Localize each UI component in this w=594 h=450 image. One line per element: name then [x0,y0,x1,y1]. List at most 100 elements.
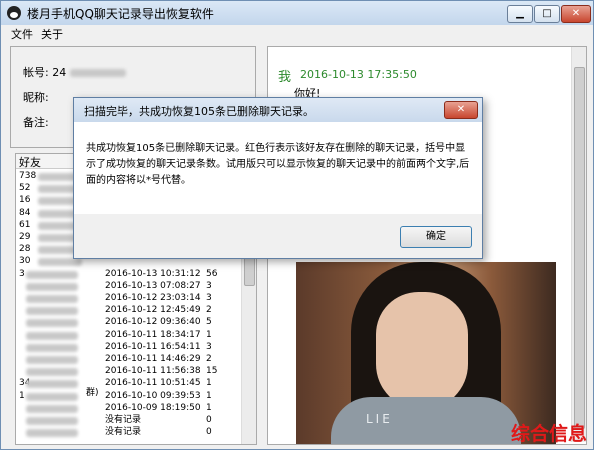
friend-id: 28 [19,244,31,255]
photo-face [376,292,468,410]
friend-record-count: 5 [206,317,212,328]
friend-id: 84 [19,207,31,218]
redacted-name [26,368,78,377]
friend-row[interactable]: 2016-10-13 07:08:27 3 [16,280,242,293]
friend-last-time: 2016-10-10 09:39:53 [105,390,201,401]
account-label: 帐号: [23,66,49,79]
friend-last-time: 2016-10-11 18:34:17 [105,329,201,340]
dialog-body: 共成功恢复105条已删除聊天记录。红色行表示该好友存在删除的聊天记录，括号中显示… [74,122,482,214]
menu-file[interactable]: 文件 [11,26,33,42]
redacted-name [26,319,78,328]
friend-record-count: 3 [206,280,212,291]
friend-record-count: 2 [206,354,212,364]
friend-id: 1 [19,390,25,401]
friend-row[interactable]: 3 2016-10-13 10:31:12 56 [16,268,242,281]
friend-row[interactable]: 2016-10-12 12:45:49 2 [16,304,242,317]
friend-row[interactable]: 2016-10-11 11:56:38 15 [16,365,242,378]
shirt-print: LIE [366,412,393,426]
redacted-name [26,307,78,316]
chat-scroll-thumb[interactable] [574,67,585,429]
minimize-button[interactable]: ▁ [507,5,533,23]
chat-sender: 我 [278,70,292,85]
friend-last-time: 2016-10-11 10:51:45 [105,378,201,389]
friend-row[interactable]: 2016-10-11 14:46:29 2 [16,353,242,366]
friend-record-count: 0 [206,415,212,425]
friend-record-count: 2 [206,305,212,316]
menu-bar: 文件 关于 [1,25,593,41]
photo-shirt [331,397,521,444]
friend-id: 3 [19,268,25,279]
friend-record-count: 3 [206,293,212,303]
friend-record-count: 1 [206,329,212,340]
friend-last-time: 2016-10-12 09:36:40 [105,317,201,328]
maximize-button[interactable]: □ [534,5,560,23]
friend-last-time: 2016-10-11 14:46:29 [105,354,201,364]
chat-photo: LIE [296,262,556,444]
main-window: 楼月手机QQ聊天记录导出恢复软件 ▁ □ ✕ 文件 关于 帐号: 24 昵称: … [0,0,594,450]
close-button[interactable]: ✕ [561,5,591,23]
scan-complete-dialog: 扫描完毕，共成功恢复105条已删除聊天记录。 ✕ 共成功恢复105条已删除聊天记… [73,97,483,259]
friend-record-count: 1 [206,390,212,401]
friend-row[interactable]: 没有记录 0 [16,414,242,427]
redacted-name [26,380,78,389]
friend-column-header: 好友 [19,156,41,169]
chat-timestamp: 2016-10-13 17:35:50 [300,68,417,81]
remark-label: 备注: [23,116,49,129]
friend-id: 61 [19,219,31,230]
redacted-name [26,429,78,438]
redacted-account [69,69,126,77]
friend-row[interactable]: 2016-10-11 18:34:17 1 [16,329,242,342]
redacted-name [26,356,78,364]
dialog-title: 扫描完毕，共成功恢复105条已删除聊天记录。 [84,105,314,118]
redacted-name [26,343,78,352]
friend-record-count: 0 [206,427,212,438]
dialog-title-bar: 扫描完毕，共成功恢复105条已删除聊天记录。 ✕ [74,98,482,122]
friend-record-count: 15 [206,366,218,377]
friend-record-count: 56 [206,268,218,279]
friend-last-time: 2016-10-11 11:56:38 [105,366,201,377]
friend-last-time: 2016-10-13 10:31:12 [105,268,201,279]
account-value: 24 [52,66,67,79]
redacted-name [38,258,82,267]
friend-last-time: 没有记录 [105,415,142,425]
friend-last-time: 2016-10-11 16:54:11 [105,341,201,352]
group-tag: 群) [86,388,99,398]
menu-about[interactable]: 关于 [41,26,63,42]
friend-id: 29 [19,232,31,242]
friend-row[interactable]: 2016-10-11 16:54:11 3 [16,341,242,354]
qq-penguin-icon [7,6,21,20]
ok-button[interactable]: 确定 [400,226,472,248]
friend-row[interactable]: 34 2016-10-11 10:51:45 1 [16,377,242,390]
nickname-label: 昵称: [23,91,49,104]
dialog-message: 共成功恢复105条已删除聊天记录。红色行表示该好友存在删除的聊天记录，括号中显示… [86,143,470,186]
friend-row[interactable]: 2016-10-09 18:19:50 1 [16,402,242,415]
redacted-name [26,282,78,291]
chat-scrollbar[interactable] [571,47,586,442]
dialog-close-button[interactable]: ✕ [444,101,478,119]
friend-id: 30 [19,256,31,267]
friend-row[interactable]: 没有记录 0 [16,426,242,439]
friend-last-time: 2016-10-12 12:45:49 [105,305,201,316]
friend-id: 16 [19,195,31,206]
friend-id: 738 [19,171,37,181]
redacted-name [26,392,78,401]
friend-last-time: 2016-10-13 07:08:27 [105,280,201,291]
window-title: 楼月手机QQ聊天记录导出恢复软件 [27,7,214,21]
title-bar: 楼月手机QQ聊天记录导出恢复软件 ▁ □ ✕ [1,1,593,25]
friend-id: 52 [19,183,31,194]
watermark: 综合信息 [510,423,587,445]
redacted-name [26,417,78,425]
friend-row[interactable]: 2016-10-12 23:03:14 3 [16,292,242,305]
friend-last-time: 没有记录 [105,427,142,438]
friend-record-count: 1 [206,402,212,413]
friend-record-count: 3 [206,341,212,352]
account-row: 帐号: 24 [23,64,126,80]
redacted-name [26,331,78,340]
redacted-name [26,270,78,279]
redacted-name [26,295,78,303]
friend-record-count: 1 [206,378,212,389]
friend-row[interactable]: 1 2016-10-10 09:39:53 1 [16,390,242,403]
friend-last-time: 2016-10-09 18:19:50 [105,402,201,413]
redacted-name [26,404,78,413]
friend-row[interactable]: 2016-10-12 09:36:40 5 [16,316,242,329]
